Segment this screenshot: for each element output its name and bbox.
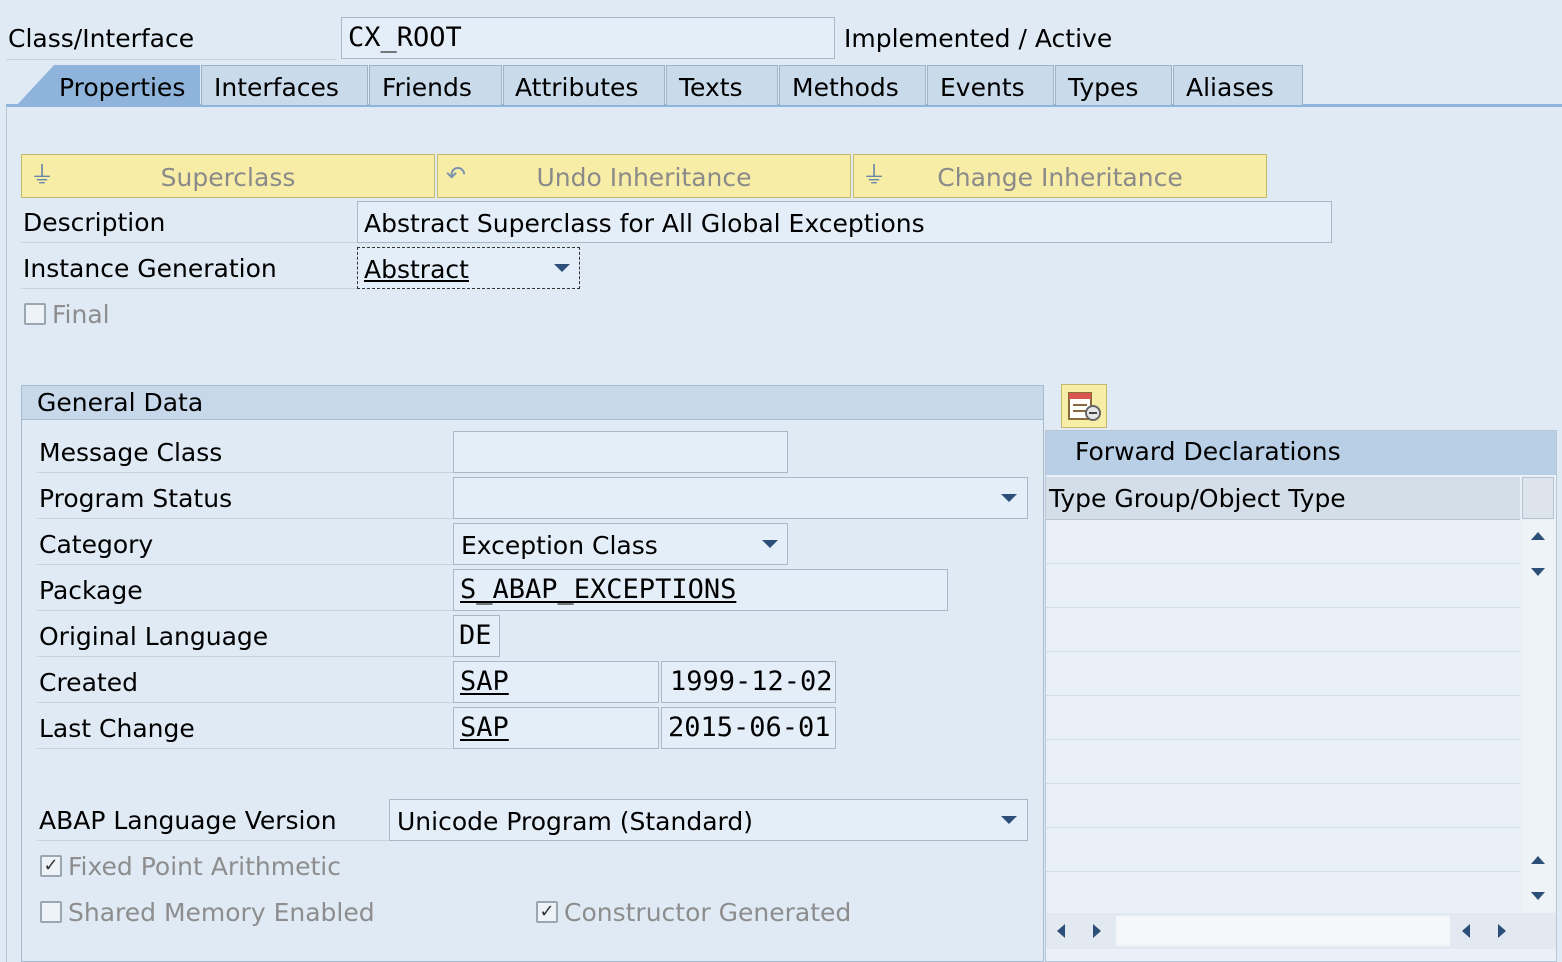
last-change-date-field[interactable]: 2015-06-01: [661, 707, 836, 749]
constructor-generated-label: Constructor Generated: [564, 898, 852, 927]
table-row[interactable]: [1046, 871, 1520, 872]
final-checkbox[interactable]: [24, 303, 46, 325]
table-row[interactable]: [1046, 651, 1520, 652]
forward-declarations-title: Forward Declarations: [1075, 437, 1341, 466]
tab-attributes[interactable]: Attributes: [503, 65, 665, 105]
chevron-down-icon[interactable]: [1001, 816, 1017, 824]
undo-inheritance-button[interactable]: ↶ Undo Inheritance: [437, 154, 851, 198]
created-user-field[interactable]: SAP: [453, 661, 659, 703]
constructor-generated-checkbox[interactable]: ✓: [536, 901, 558, 923]
tab-methods[interactable]: Methods: [779, 65, 926, 105]
column-header-type-group[interactable]: Type Group/Object Type: [1049, 486, 1346, 511]
tab-friends[interactable]: Friends: [369, 65, 502, 105]
chevron-down-icon[interactable]: [762, 540, 778, 548]
horizontal-scroll-track[interactable]: [1116, 916, 1450, 946]
table-row[interactable]: [1046, 827, 1520, 828]
general-data-title: General Data: [37, 388, 204, 417]
last-change-label: Last Change: [39, 714, 195, 743]
scroll-right-icon[interactable]: [1498, 924, 1506, 938]
table-row[interactable]: [1046, 563, 1520, 564]
chevron-down-icon[interactable]: [1001, 494, 1017, 502]
scroll-down-icon[interactable]: [1531, 568, 1545, 576]
description-label: Description: [23, 208, 166, 237]
program-status-select[interactable]: [453, 477, 1028, 519]
fixed-point-label: Fixed Point Arithmetic: [68, 852, 341, 881]
abap-version-label: ABAP Language Version: [39, 806, 337, 835]
scroll-up-icon[interactable]: [1531, 532, 1545, 540]
scroll-up-icon[interactable]: [1531, 856, 1545, 864]
tab-texts[interactable]: Texts: [666, 65, 778, 105]
tab-aliases[interactable]: Aliases: [1173, 65, 1303, 105]
instance-generation-value: Abstract: [364, 255, 469, 284]
table-row[interactable]: [1046, 695, 1520, 696]
tab-events[interactable]: Events: [927, 65, 1054, 105]
hierarchy-icon: ⏚: [862, 161, 886, 189]
category-label: Category: [39, 530, 154, 559]
shared-memory-checkbox[interactable]: [40, 901, 62, 923]
created-user-link[interactable]: SAP: [460, 666, 509, 697]
scroll-down-icon[interactable]: [1531, 892, 1545, 900]
hierarchy-icon: ⏚: [30, 161, 54, 189]
package-field[interactable]: S_ABAP_EXCEPTIONS: [453, 569, 948, 611]
delete-row-button[interactable]: [1061, 384, 1107, 428]
package-link[interactable]: S_ABAP_EXCEPTIONS: [460, 574, 736, 605]
program-status-label: Program Status: [39, 484, 233, 513]
table-row[interactable]: [1046, 607, 1520, 608]
chevron-down-icon[interactable]: [554, 264, 570, 272]
superclass-button[interactable]: ⏚ Superclass: [21, 154, 435, 198]
undo-icon: ↶: [446, 161, 467, 189]
final-label: Final: [52, 300, 110, 329]
message-class-label: Message Class: [39, 438, 223, 467]
vertical-scrollbar[interactable]: [1522, 520, 1555, 912]
description-field[interactable]: Abstract Superclass for All Global Excep…: [357, 201, 1332, 243]
package-label: Package: [39, 576, 143, 605]
category-select[interactable]: Exception Class: [453, 523, 788, 565]
message-class-field[interactable]: [453, 431, 788, 473]
shared-memory-label: Shared Memory Enabled: [68, 898, 375, 927]
created-label: Created: [39, 668, 138, 697]
scroll-left-icon[interactable]: [1462, 924, 1470, 938]
last-change-user-link[interactable]: SAP: [460, 712, 509, 743]
class-name-field[interactable]: CX_ROOT: [341, 17, 835, 59]
table-row[interactable]: [1046, 783, 1520, 784]
scroll-left-icon[interactable]: [1057, 924, 1065, 938]
class-interface-label: Class/Interface: [8, 24, 195, 53]
original-language-label: Original Language: [39, 622, 269, 651]
class-status: Implemented / Active: [844, 24, 1113, 53]
instance-generation-label: Instance Generation: [23, 254, 277, 283]
original-language-field[interactable]: DE: [453, 615, 500, 657]
instance-generation-select[interactable]: Abstract: [357, 247, 580, 289]
fixed-point-checkbox[interactable]: ✓: [40, 855, 62, 877]
table-row[interactable]: [1046, 739, 1520, 740]
abap-version-select[interactable]: Unicode Program (Standard): [389, 799, 1028, 841]
tab-types[interactable]: Types: [1055, 65, 1172, 105]
scroll-right-icon[interactable]: [1093, 924, 1101, 938]
last-change-user-field[interactable]: SAP: [453, 707, 659, 749]
column-header-corner: [1522, 477, 1554, 519]
change-inheritance-button[interactable]: ⏚ Change Inheritance: [853, 154, 1267, 198]
delete-row-icon: [1068, 392, 1101, 421]
tab-properties[interactable]: Properties: [59, 75, 185, 100]
created-date-field[interactable]: 1999-12-02: [661, 661, 836, 703]
tab-interfaces[interactable]: Interfaces: [201, 65, 368, 105]
